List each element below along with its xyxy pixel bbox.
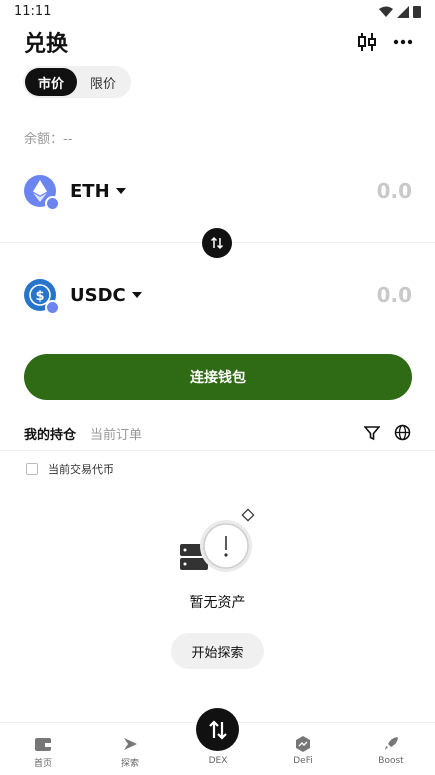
- status-bar: 11:11: [0, 0, 435, 24]
- current-token-filter[interactable]: 当前交易代币: [26, 461, 114, 477]
- chevron-down-icon[interactable]: [131, 292, 142, 298]
- nav-label: DEX: [208, 756, 228, 766]
- nav-dex-button[interactable]: [196, 708, 239, 751]
- usdc-icon: $: [24, 279, 60, 315]
- tab-my-holdings[interactable]: 我的持仓: [24, 424, 76, 443]
- to-token-row: $ USDC 0.0: [24, 275, 412, 315]
- from-token-symbol[interactable]: ETH: [70, 181, 110, 202]
- tab-current-orders[interactable]: 当前订单: [90, 424, 142, 443]
- svg-text:$: $: [35, 289, 44, 304]
- to-token-symbol[interactable]: USDC: [70, 285, 126, 306]
- candlestick-chart-icon[interactable]: [357, 32, 377, 52]
- nav-label: 首页: [33, 759, 52, 769]
- rocket-icon: [385, 737, 398, 750]
- nav-defi[interactable]: DeFi: [268, 735, 338, 766]
- defi-icon: [296, 736, 310, 752]
- nav-boost[interactable]: Boost: [356, 735, 426, 766]
- ethereum-chain-badge-icon: [45, 300, 60, 315]
- tab-limit[interactable]: 限价: [77, 68, 129, 96]
- filter-icon[interactable]: [364, 425, 380, 441]
- tab-market[interactable]: 市价: [25, 68, 77, 96]
- compass-icon: [124, 738, 137, 750]
- nav-home[interactable]: 首页: [8, 735, 78, 769]
- nav-explore[interactable]: 探索: [95, 735, 165, 769]
- chevron-down-icon[interactable]: [115, 188, 126, 194]
- divider: [0, 450, 435, 451]
- empty-assets-icon: [180, 508, 255, 572]
- battery-icon: [413, 6, 421, 18]
- from-token-row: ETH 0.0: [24, 171, 412, 211]
- from-amount-input[interactable]: 0.0: [377, 179, 412, 203]
- swap-direction-button[interactable]: [202, 228, 232, 258]
- start-explore-button[interactable]: 开始探索: [171, 633, 264, 669]
- swap-icon: [208, 719, 227, 740]
- more-icon[interactable]: [393, 39, 413, 45]
- empty-state-message: 暂无资产: [189, 595, 246, 611]
- balance-label: 余额：--: [24, 132, 73, 147]
- to-amount-input[interactable]: 0.0: [377, 283, 412, 307]
- filter-label: 当前交易代币: [48, 463, 114, 476]
- signal-icon: [397, 5, 409, 18]
- order-type-tabs: 市价 限价: [23, 66, 131, 98]
- swap-arrows-icon: [210, 236, 224, 250]
- nav-label: 探索: [120, 759, 139, 769]
- wallet-icon: [35, 738, 51, 751]
- connect-wallet-button[interactable]: 连接钱包: [24, 354, 412, 400]
- wifi-icon: [379, 6, 393, 17]
- ethereum-chain-badge-icon: [45, 196, 60, 211]
- page-title: 兑换: [24, 32, 69, 57]
- nav-label: Boost: [378, 756, 404, 766]
- eth-icon: [24, 175, 60, 211]
- holdings-tabs: 我的持仓 当前订单: [24, 424, 142, 443]
- header: 兑换: [0, 26, 435, 60]
- status-time: 11:11: [14, 4, 52, 19]
- checkbox[interactable]: [26, 463, 38, 475]
- globe-icon[interactable]: [394, 424, 411, 441]
- nav-label: DeFi: [293, 756, 313, 766]
